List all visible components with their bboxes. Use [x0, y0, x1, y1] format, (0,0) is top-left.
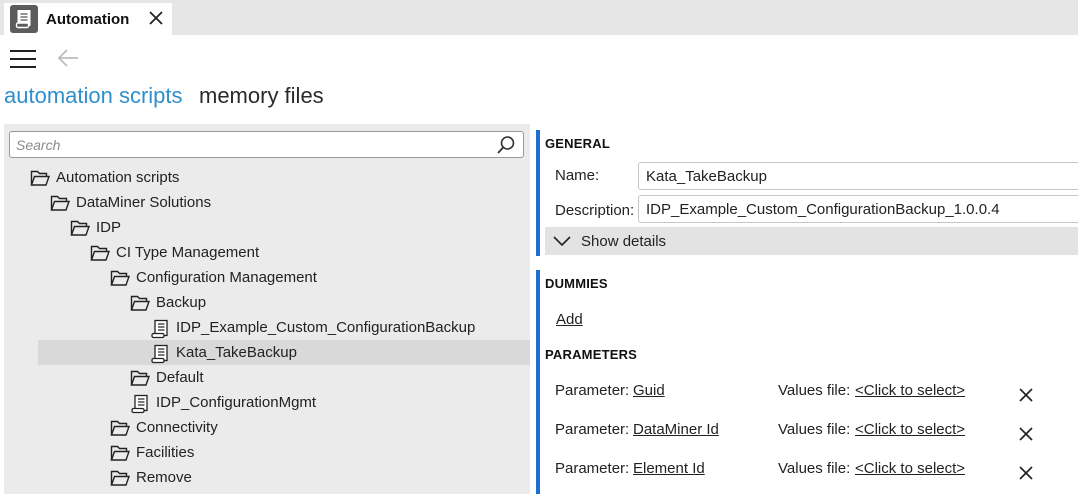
hamburger-menu-icon[interactable] — [10, 50, 36, 68]
tree-item-label: Backup — [156, 294, 207, 311]
general-section-title: GENERAL — [545, 136, 610, 151]
dummies-section-title: DUMMIES — [545, 276, 608, 291]
tree-item-label: Kata_TakeBackup — [176, 344, 297, 361]
tree-item[interactable]: Default — [130, 365, 204, 390]
script-tree-panel: Automation scripts DataMiner Solutions IDP… — [4, 124, 530, 494]
tree-item[interactable]: IDP_ConfigurationMgmt — [130, 390, 316, 415]
script-icon — [150, 319, 170, 338]
tree-item[interactable]: CI Type Management — [90, 240, 259, 265]
tree-item-label: IDP — [96, 219, 122, 236]
tree-item[interactable]: Remove — [110, 465, 192, 490]
tree-item[interactable]: Connectivity — [110, 415, 218, 440]
tree-item[interactable]: Configuration Management — [110, 265, 317, 290]
tree-item[interactable]: DataMiner Solutions — [50, 190, 211, 215]
tree-item-label: DataMiner Solutions — [76, 194, 212, 211]
script-icon — [130, 394, 150, 413]
script-details-panel: GENERAL Name: Description: Show details … — [536, 124, 1078, 494]
folder-icon — [130, 294, 150, 312]
folder-icon — [110, 444, 130, 462]
close-icon[interactable] — [148, 10, 164, 26]
subtab-memory-files[interactable]: memory files — [199, 83, 324, 109]
tree-item-label: CI Type Management — [116, 244, 260, 261]
folder-icon — [110, 469, 130, 487]
parameter-label: Parameter: — [555, 382, 630, 399]
parameter-name-link[interactable]: Guid — [633, 382, 665, 399]
subtab-automation-scripts[interactable]: automation scripts — [4, 83, 183, 109]
parameters-section-title: PARAMETERS — [545, 347, 638, 362]
folder-icon — [110, 269, 130, 287]
tree-item-label: Facilities — [136, 444, 195, 461]
folder-icon — [50, 194, 70, 212]
tree-item-label: Default — [156, 369, 204, 386]
name-field[interactable] — [639, 163, 1078, 189]
values-file-link[interactable]: <Click to select> — [855, 460, 965, 477]
search-input[interactable] — [16, 134, 486, 155]
values-file-label: Values file: — [778, 421, 851, 438]
back-arrow-icon[interactable] — [56, 47, 80, 69]
tree-item[interactable]: Automation scripts — [30, 165, 179, 190]
folder-icon — [130, 369, 150, 387]
tab-title: Automation — [46, 10, 130, 28]
parameter-name-link[interactable]: Element Id — [633, 460, 705, 477]
remove-parameter-icon[interactable] — [1019, 426, 1033, 441]
tree-item[interactable]: IDP_Example_Custom_ConfigurationBackup — [150, 315, 475, 340]
tab-automation[interactable]: Automation — [4, 3, 172, 35]
chevron-down-icon — [553, 236, 571, 247]
tree-item-label: IDP_Example_Custom_ConfigurationBackup — [176, 319, 476, 336]
folder-icon — [30, 169, 50, 187]
folder-icon — [90, 244, 110, 262]
tree-item[interactable]: IDP — [70, 215, 121, 240]
general-section-bar — [536, 130, 540, 256]
values-file-label: Values file: — [778, 460, 851, 477]
tree-item[interactable]: Kata_TakeBackup — [38, 340, 530, 365]
description-field[interactable] — [639, 196, 1078, 222]
show-details-label: Show details — [581, 232, 667, 250]
tab-bar: Automation — [0, 0, 1078, 35]
tree-item[interactable]: Facilities — [110, 440, 194, 465]
tree-item-label: Connectivity — [136, 419, 218, 436]
tree-item[interactable]: Backup — [130, 290, 206, 315]
parameter-label: Parameter: — [555, 421, 630, 438]
folder-icon — [70, 219, 90, 237]
script-icon — [150, 344, 170, 363]
description-field-box — [638, 195, 1078, 223]
tree-item-label: Automation scripts — [56, 169, 180, 186]
values-file-link[interactable]: <Click to select> — [855, 382, 965, 399]
values-file-label: Values file: — [778, 382, 851, 399]
search-box — [9, 131, 524, 158]
remove-parameter-icon[interactable] — [1019, 465, 1033, 480]
show-details-toggle[interactable]: Show details — [545, 227, 1078, 255]
search-icon[interactable] — [496, 135, 516, 155]
script-icon — [10, 5, 38, 33]
description-label: Description: — [555, 202, 635, 219]
tree-item-label: Configuration Management — [136, 269, 317, 286]
tree-item-label: Remove — [136, 469, 192, 486]
dummies-section-bar — [536, 270, 540, 494]
parameter-name-link[interactable]: DataMiner Id — [633, 421, 719, 438]
values-file-link[interactable]: <Click to select> — [855, 421, 965, 438]
add-dummy-link[interactable]: Add — [556, 311, 583, 328]
remove-parameter-icon[interactable] — [1019, 387, 1033, 402]
parameter-label: Parameter: — [555, 460, 630, 477]
name-label: Name: — [555, 167, 600, 184]
folder-icon — [110, 419, 130, 437]
tree-item-label: IDP_ConfigurationMgmt — [156, 394, 317, 411]
name-field-box — [638, 162, 1078, 190]
